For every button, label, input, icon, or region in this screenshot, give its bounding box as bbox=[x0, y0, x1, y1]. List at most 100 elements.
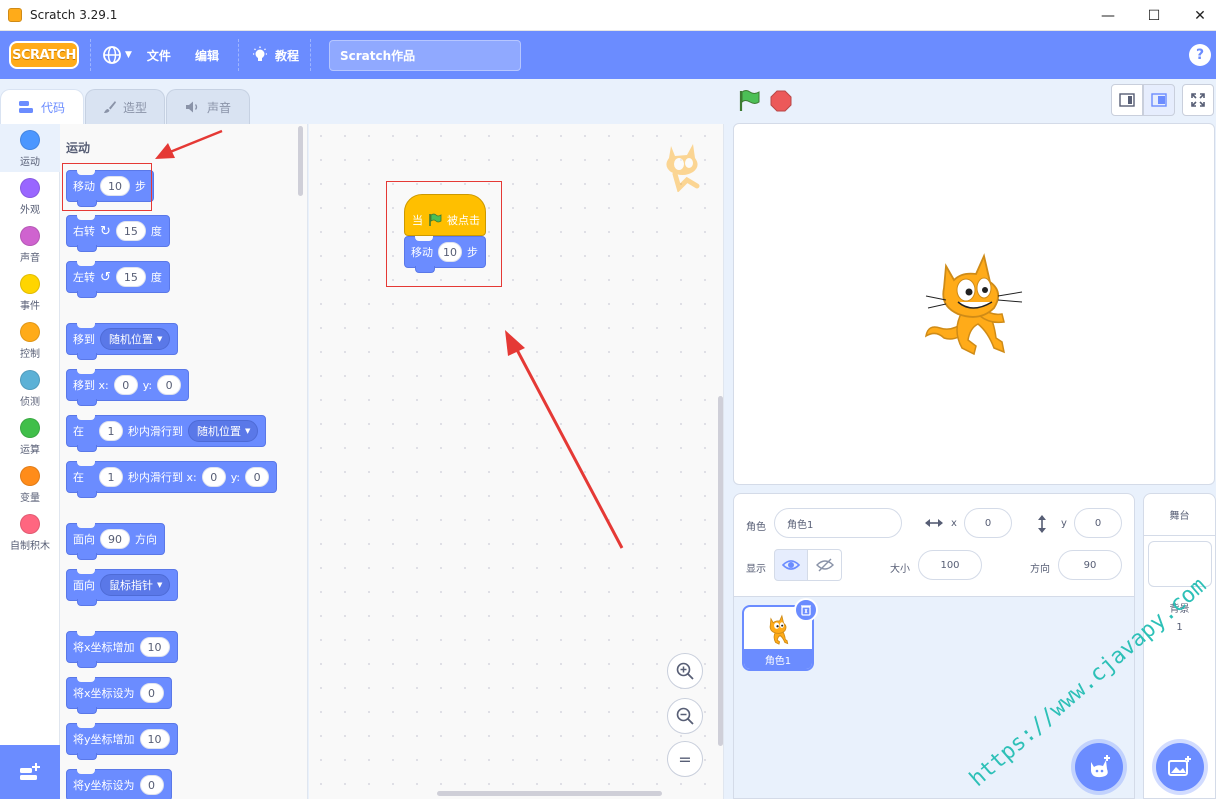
close-button[interactable]: ✕ bbox=[1177, 0, 1216, 31]
category-variables[interactable]: 变量 bbox=[0, 460, 60, 508]
annotation-highlight-box bbox=[386, 181, 502, 287]
zoom-out-button[interactable] bbox=[667, 698, 703, 734]
minimize-button[interactable]: — bbox=[1085, 0, 1131, 31]
block-glide-xy[interactable]: 在 1 秒内滑行到 x: 0 y: 0 bbox=[66, 461, 278, 498]
cat-sprite[interactable] bbox=[922, 252, 1026, 358]
edit-menu[interactable]: 编辑 bbox=[195, 47, 219, 64]
block-input[interactable]: 15 bbox=[115, 267, 146, 287]
y-position-input[interactable]: 0 bbox=[1074, 508, 1122, 538]
file-menu[interactable]: 文件 bbox=[147, 47, 171, 64]
trash-icon bbox=[801, 605, 811, 616]
tab-code[interactable]: 代码 bbox=[0, 89, 84, 124]
category-sensing[interactable]: 侦测 bbox=[0, 364, 60, 412]
code-icon bbox=[18, 101, 33, 113]
category-menu: 运动 外观 声音 事件 控制 侦测 运算 变量 自制积木 bbox=[0, 124, 60, 799]
stage-panel-title: 舞台 bbox=[1144, 494, 1215, 536]
x-position-input[interactable]: 0 bbox=[964, 508, 1012, 538]
block-turn-left[interactable]: 左转 ↺ 15 度 bbox=[66, 261, 170, 298]
window-title: Scratch 3.29.1 bbox=[30, 8, 118, 22]
category-my-blocks[interactable]: 自制积木 bbox=[0, 508, 60, 556]
project-title-input[interactable]: Scratch作品 bbox=[329, 40, 521, 71]
dropdown-value: 鼠标指针 bbox=[109, 579, 153, 592]
block-input[interactable]: 0 bbox=[157, 375, 182, 395]
block-text: 将y坐标增加 bbox=[73, 733, 135, 746]
help-button[interactable]: ? bbox=[1189, 44, 1211, 66]
block-input[interactable]: 10 bbox=[139, 729, 170, 749]
large-stage-button[interactable] bbox=[1143, 84, 1175, 116]
block-change-x[interactable]: 将x坐标增加 10 bbox=[66, 631, 178, 668]
block-dropdown[interactable]: 随机位置 ▼ bbox=[100, 328, 171, 350]
block-change-y[interactable]: 将y坐标增加 10 bbox=[66, 723, 178, 760]
category-dot bbox=[20, 178, 40, 198]
block-input[interactable]: 0 bbox=[113, 375, 138, 395]
block-input[interactable]: 0 bbox=[139, 775, 164, 795]
tutorials-menu[interactable]: 教程 bbox=[251, 46, 299, 64]
block-dropdown[interactable]: 鼠标指针 ▼ bbox=[100, 574, 171, 596]
menu-divider bbox=[237, 39, 239, 71]
block-point-direction[interactable]: 面向 90 方向 bbox=[66, 523, 165, 560]
scratch-logo[interactable]: SCRATCH bbox=[9, 41, 79, 69]
zoom-out-icon bbox=[676, 707, 694, 725]
block-input[interactable]: 1 bbox=[99, 467, 123, 487]
block-input[interactable]: 90 bbox=[100, 529, 130, 549]
block-input[interactable]: 15 bbox=[115, 221, 146, 241]
block-glide-to[interactable]: 在 1 秒内滑行到 随机位置 ▼ bbox=[66, 415, 267, 452]
tab-sounds-label: 声音 bbox=[206, 100, 231, 115]
script-vertical-scrollbar[interactable] bbox=[718, 396, 723, 746]
category-motion[interactable]: 运动 bbox=[0, 124, 60, 172]
add-extension-button[interactable] bbox=[0, 745, 60, 799]
lightbulb-icon bbox=[252, 46, 267, 61]
add-sprite-icon bbox=[1091, 755, 1110, 778]
show-label: 显示 bbox=[746, 564, 766, 575]
block-input[interactable]: 0 bbox=[245, 467, 270, 487]
rotate-right-icon: ↻ bbox=[100, 223, 111, 239]
language-menu[interactable]: ▼ bbox=[102, 45, 132, 65]
extension-icon bbox=[20, 763, 40, 780]
stage-thumbnail[interactable] bbox=[1148, 541, 1212, 587]
small-stage-button[interactable] bbox=[1111, 84, 1143, 116]
sprite-name-input[interactable]: 角色1 bbox=[774, 508, 902, 538]
tab-code-label: 代码 bbox=[40, 100, 65, 115]
block-goto-xy[interactable]: 移到 x: 0 y: 0 bbox=[66, 369, 190, 406]
block-text: 移到 x: bbox=[73, 379, 109, 392]
category-events[interactable]: 事件 bbox=[0, 268, 60, 316]
category-dot bbox=[20, 226, 40, 246]
category-dot bbox=[20, 130, 40, 150]
script-area[interactable]: 当 被点击 移动 10 步 = bbox=[309, 124, 724, 799]
choose-sprite-button[interactable] bbox=[1075, 743, 1123, 791]
category-control[interactable]: 控制 bbox=[0, 316, 60, 364]
block-goto[interactable]: 移到 随机位置 ▼ bbox=[66, 323, 179, 360]
block-set-y[interactable]: 将y坐标设为 0 bbox=[66, 769, 172, 799]
zoom-reset-button[interactable]: = bbox=[667, 741, 703, 777]
tab-sounds[interactable]: 声音 bbox=[166, 89, 250, 124]
category-looks[interactable]: 外观 bbox=[0, 172, 60, 220]
fullscreen-button[interactable] bbox=[1182, 84, 1214, 116]
stage-canvas[interactable] bbox=[733, 123, 1215, 485]
block-input[interactable]: 1 bbox=[99, 421, 123, 441]
horizontal-arrows-icon bbox=[925, 519, 943, 527]
stop-icon[interactable] bbox=[770, 90, 792, 112]
block-set-x[interactable]: 将x坐标设为 0 bbox=[66, 677, 172, 714]
block-input[interactable]: 0 bbox=[139, 683, 164, 703]
zoom-in-button[interactable] bbox=[667, 653, 703, 689]
delete-sprite-button[interactable] bbox=[794, 598, 818, 622]
block-dropdown[interactable]: 随机位置 ▼ bbox=[188, 420, 259, 442]
block-point-towards[interactable]: 面向 鼠标指针 ▼ bbox=[66, 569, 179, 606]
choose-backdrop-button[interactable] bbox=[1156, 743, 1204, 791]
category-operators[interactable]: 运算 bbox=[0, 412, 60, 460]
category-sound[interactable]: 声音 bbox=[0, 220, 60, 268]
palette-scrollbar[interactable] bbox=[298, 126, 303, 196]
block-input[interactable]: 10 bbox=[139, 637, 170, 657]
script-horizontal-scrollbar[interactable] bbox=[437, 791, 662, 796]
tab-costumes[interactable]: 造型 bbox=[85, 89, 165, 124]
size-input[interactable]: 100 bbox=[918, 550, 982, 580]
green-flag-icon[interactable] bbox=[737, 89, 761, 113]
maximize-button[interactable]: ☐ bbox=[1131, 0, 1177, 31]
menu-divider bbox=[309, 39, 311, 71]
x-label: x bbox=[951, 518, 957, 529]
hide-sprite-button[interactable] bbox=[808, 549, 842, 581]
show-sprite-button[interactable] bbox=[774, 549, 808, 581]
block-input[interactable]: 0 bbox=[201, 467, 226, 487]
block-turn-right[interactable]: 右转 ↻ 15 度 bbox=[66, 215, 170, 252]
direction-input[interactable]: 90 bbox=[1058, 550, 1122, 580]
